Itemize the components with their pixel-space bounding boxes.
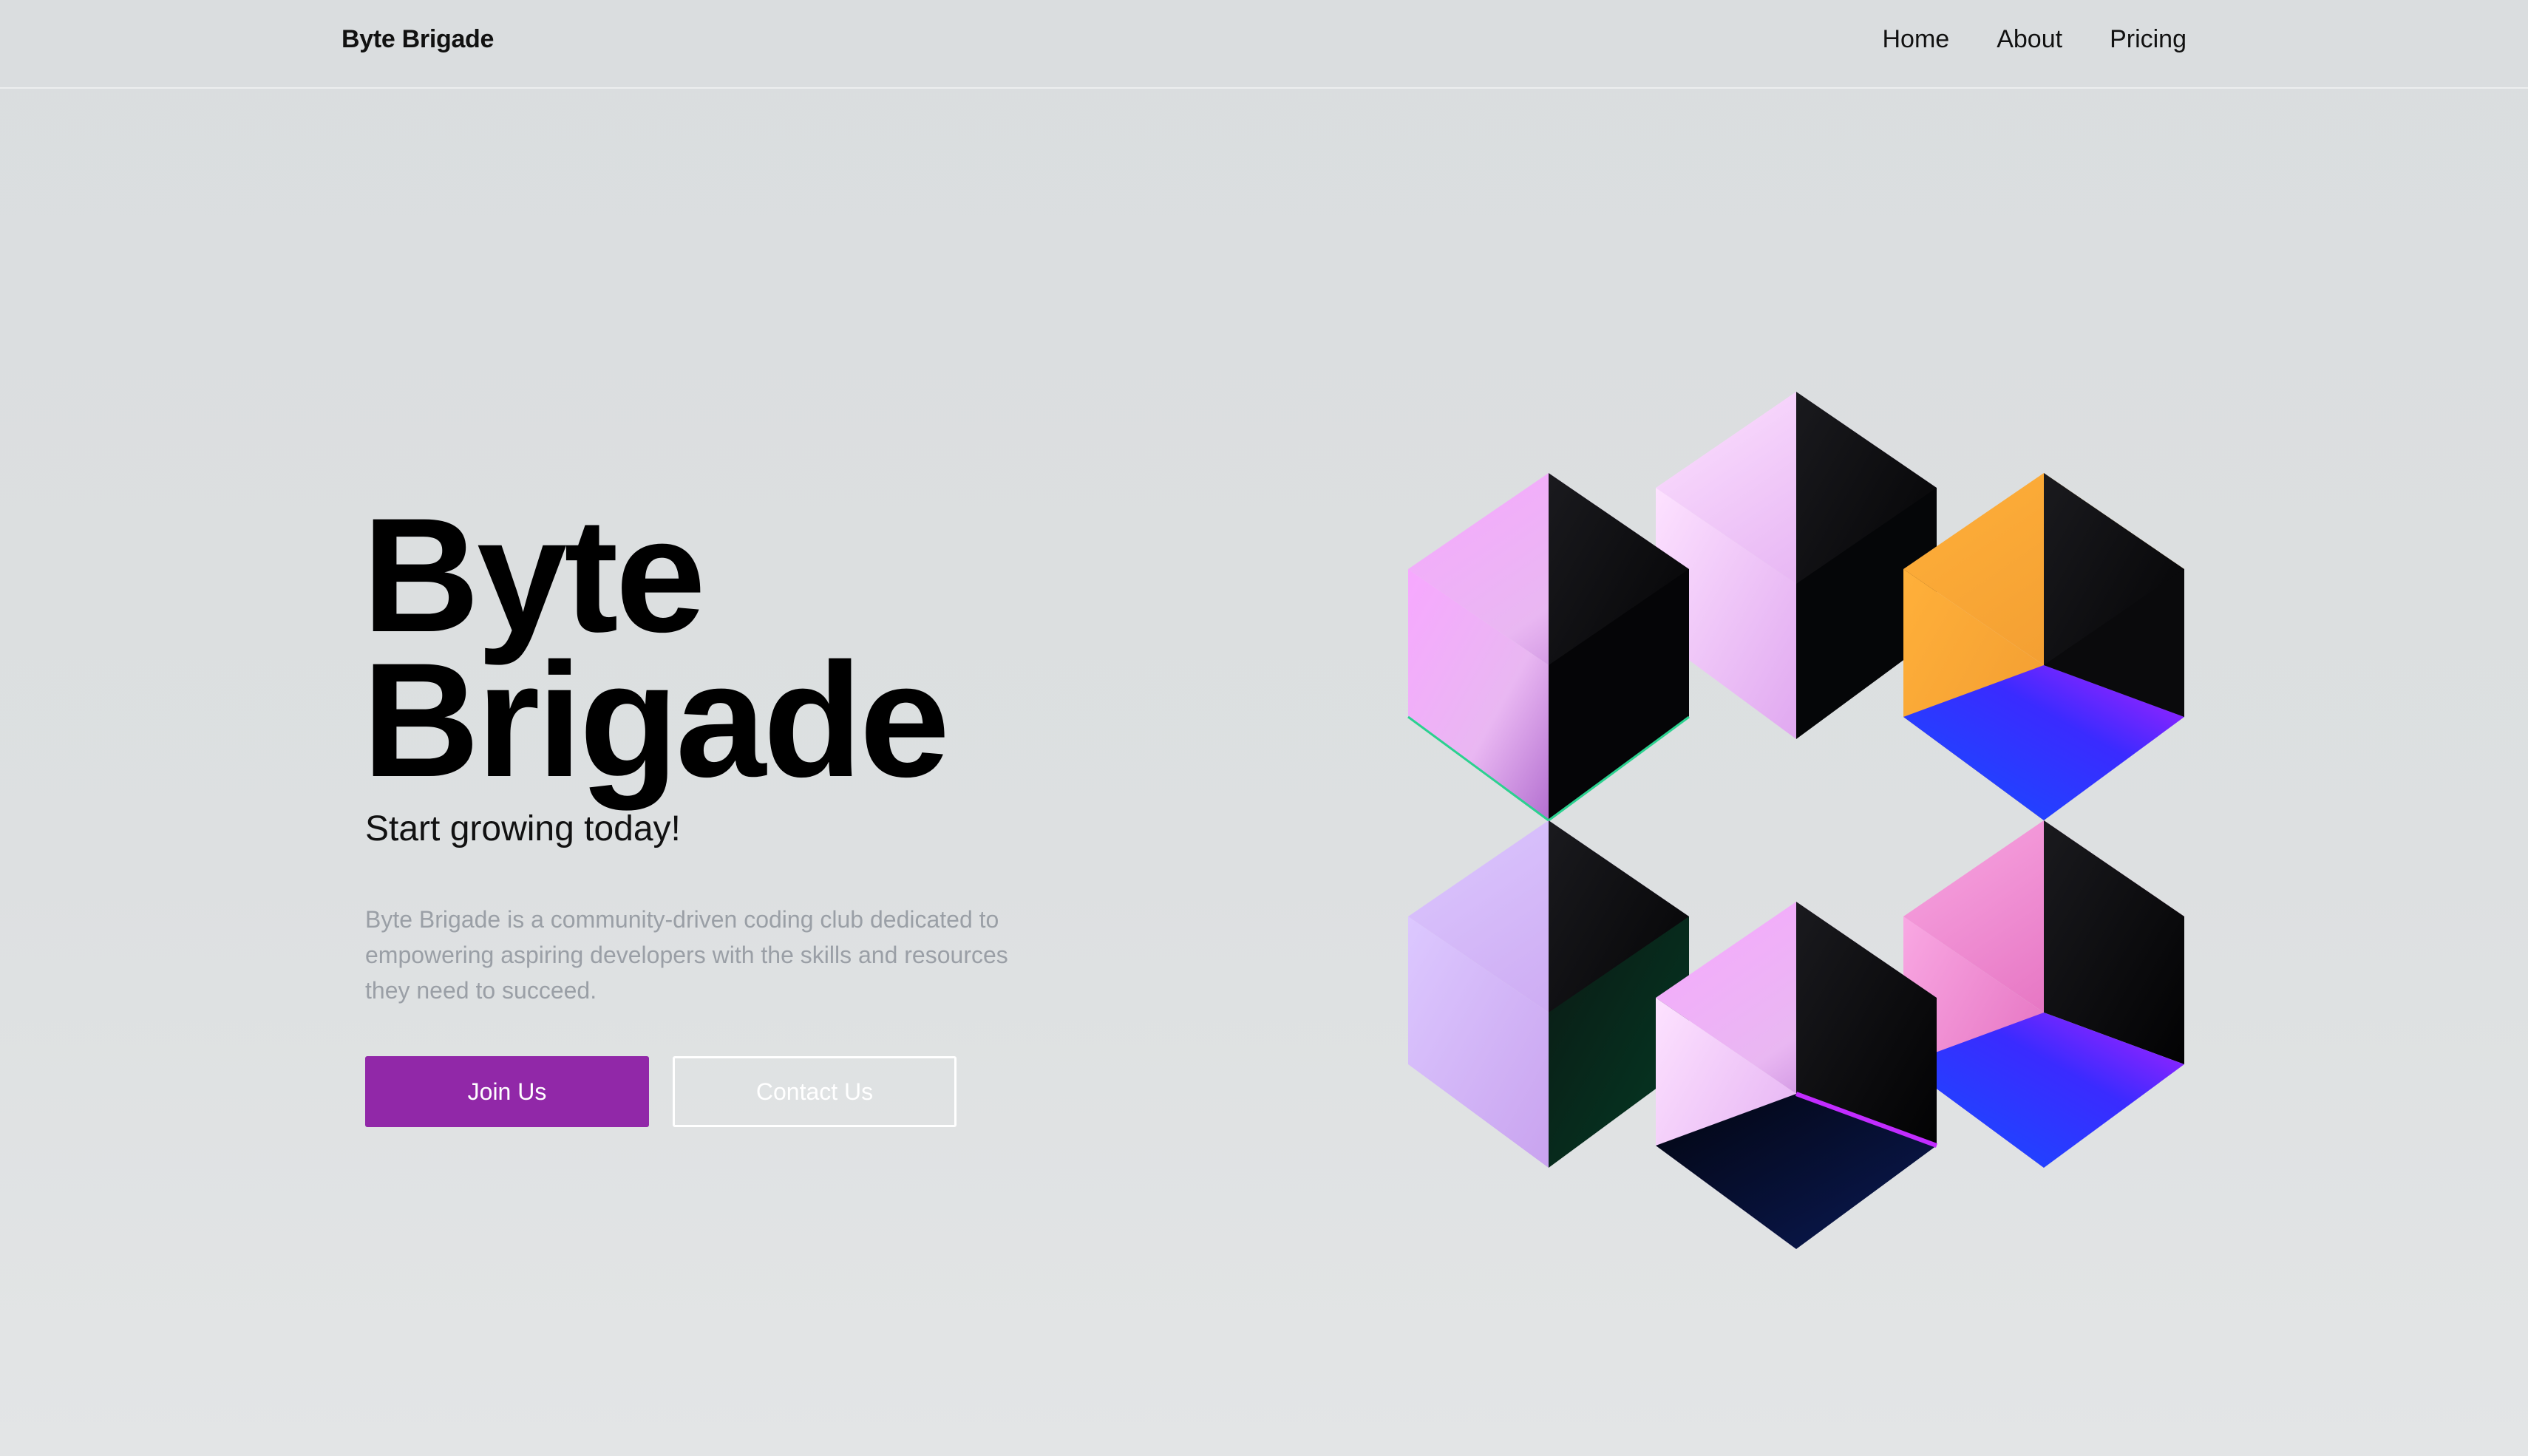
- nav-link-pricing[interactable]: Pricing: [2110, 25, 2186, 54]
- nav-links: Home About Pricing: [1883, 25, 2187, 54]
- hero-title-line-2: Brigade: [362, 629, 950, 811]
- nav-link-about[interactable]: About: [1997, 25, 2062, 54]
- cube-top-center: [1656, 392, 1937, 739]
- contact-us-button[interactable]: Contact Us: [673, 1056, 957, 1127]
- cube-top-right: [1903, 473, 2184, 820]
- hero-title: Byte Brigade: [362, 484, 950, 811]
- hero-description: Byte Brigade is a community-driven codin…: [365, 906, 1008, 1004]
- hero-title-line-1: Byte: [362, 484, 706, 666]
- top-navbar: Byte Brigade Home About Pricing: [0, 0, 2528, 89]
- brand-logo[interactable]: Byte Brigade: [342, 25, 494, 54]
- cube-bottom-center: [1656, 902, 1938, 1249]
- join-us-button[interactable]: Join Us: [365, 1056, 649, 1127]
- iridescent-cubes-graphic: [1407, 392, 2184, 1249]
- cube-top-left: [1407, 473, 1690, 822]
- cube-bottom-right: [1903, 820, 2184, 1168]
- hero-tagline: Start growing today!: [365, 809, 681, 848]
- cube-bottom-left: [1408, 820, 1689, 1168]
- nav-link-home[interactable]: Home: [1883, 25, 1950, 54]
